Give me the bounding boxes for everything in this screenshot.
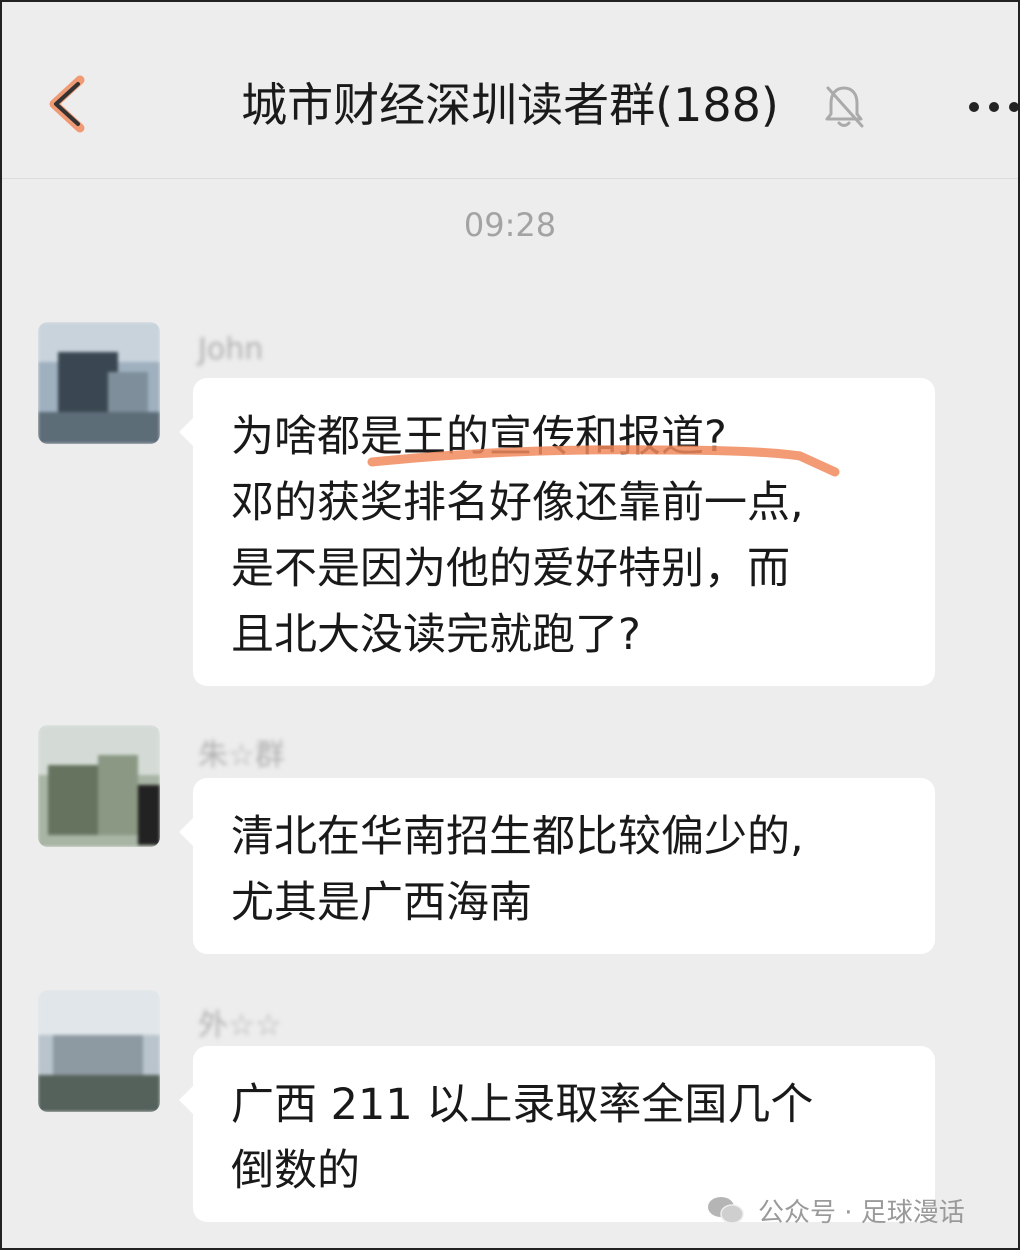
- message-text-line: 且北大没读完就跑了?: [231, 610, 641, 660]
- message-text-line: 广西 211 以上录取率全国几个: [231, 1080, 814, 1130]
- message-text-line: 为啥都是王的宣传和报道?: [231, 412, 727, 462]
- chevron-left-icon: [49, 75, 85, 133]
- more-dots-icon: [969, 102, 1019, 112]
- message-text-line: 尤其是广西海南: [231, 878, 532, 928]
- wechat-icon: [708, 1197, 744, 1224]
- avatar[interactable]: [38, 990, 160, 1112]
- message-bubble[interactable]: 为啥都是王的宣传和报道? 邓的获奖排名好像还靠前一点, 是不是因为他的爱好特别，…: [179, 378, 935, 686]
- back-button[interactable]: [40, 70, 110, 140]
- watermark: 公众号 · 足球漫话: [706, 1188, 965, 1232]
- message-timestamp: 09:28: [463, 206, 557, 244]
- sender-name: John: [198, 332, 264, 367]
- more-options-button[interactable]: [960, 80, 1020, 130]
- watermark-text: 公众号 · 足球漫话: [758, 1197, 965, 1228]
- page-title: 城市财经深圳读者群(188): [241, 78, 779, 132]
- message-bubble[interactable]: 清北在华南招生都比较偏少的, 尤其是广西海南: [179, 778, 935, 954]
- message-text-line: 是不是因为他的爱好特别，而: [231, 544, 790, 594]
- avatar[interactable]: [38, 725, 160, 847]
- message-text-line: 清北在华南招生都比较偏少的,: [231, 812, 804, 862]
- avatar[interactable]: [38, 322, 160, 444]
- title-bar: 城市财经深圳读者群(188): [0, 0, 1020, 179]
- sender-name: 朱☆群: [198, 738, 285, 773]
- sender-name: 外☆☆: [198, 1008, 282, 1043]
- bell-off-icon: [825, 86, 864, 128]
- message-text-line: 邓的获奖排名好像还靠前一点,: [231, 478, 804, 528]
